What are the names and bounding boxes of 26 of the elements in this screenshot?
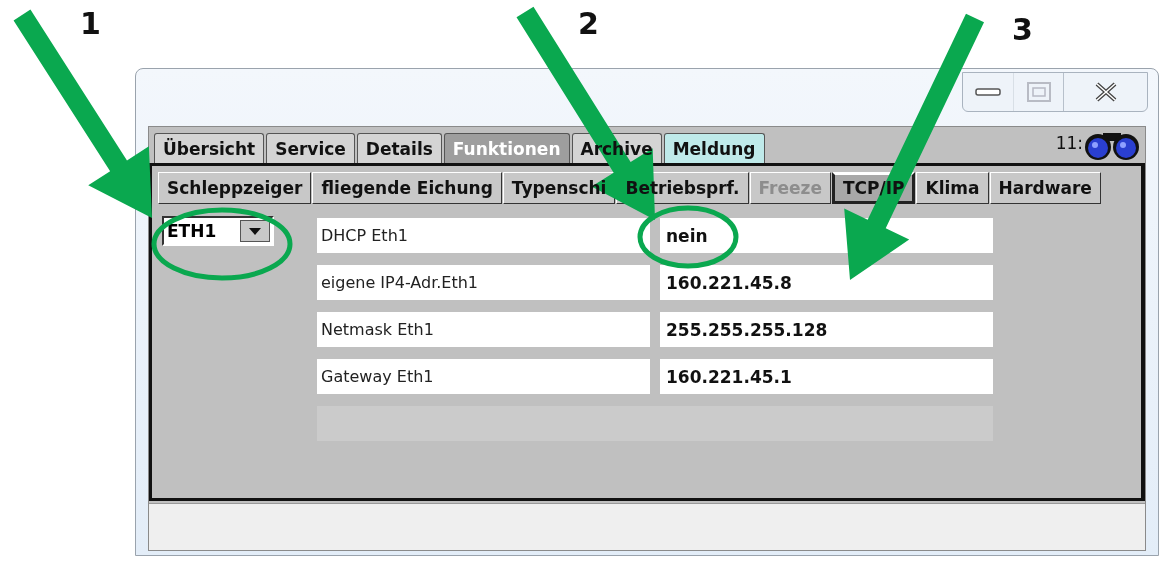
close-icon bbox=[1093, 82, 1118, 102]
tab[interactable]: Übersicht bbox=[154, 133, 265, 163]
value-field[interactable]: 160.221.45.8 bbox=[660, 265, 993, 300]
field-label: eigene IP4-Adr.Eth1 bbox=[317, 265, 650, 300]
minimize-icon bbox=[975, 87, 1001, 97]
clock-time: 11: bbox=[1055, 133, 1083, 153]
sub-tab[interactable]: Schleppzeiger bbox=[158, 172, 312, 204]
field-label: Netmask Eth1 bbox=[317, 312, 650, 347]
field-label: DHCP Eth1 bbox=[317, 218, 650, 253]
annotation-number: 3 bbox=[1012, 12, 1033, 47]
caret-icon bbox=[249, 227, 261, 235]
annotation-number: 2 bbox=[578, 6, 599, 41]
tab[interactable]: Meldung bbox=[663, 133, 765, 163]
sub-tab[interactable]: Klima bbox=[916, 172, 989, 204]
tab[interactable]: Details bbox=[356, 133, 442, 163]
field-label: Gateway Eth1 bbox=[317, 359, 650, 394]
value-field[interactable]: 160.221.45.1 bbox=[660, 359, 993, 394]
sub-tab[interactable]: Hardware bbox=[989, 172, 1101, 204]
sub-tab[interactable]: fliegende Eichung bbox=[312, 172, 502, 204]
dropdown-button[interactable] bbox=[240, 220, 270, 242]
annotation-number: 1 bbox=[80, 6, 101, 41]
interface-dropdown[interactable]: ETH1 bbox=[162, 216, 274, 246]
tab[interactable]: Service bbox=[266, 133, 355, 163]
value-field[interactable]: 255.255.255.128 bbox=[660, 312, 993, 347]
dropdown-value: ETH1 bbox=[166, 220, 218, 243]
maximize-icon bbox=[1025, 81, 1052, 103]
